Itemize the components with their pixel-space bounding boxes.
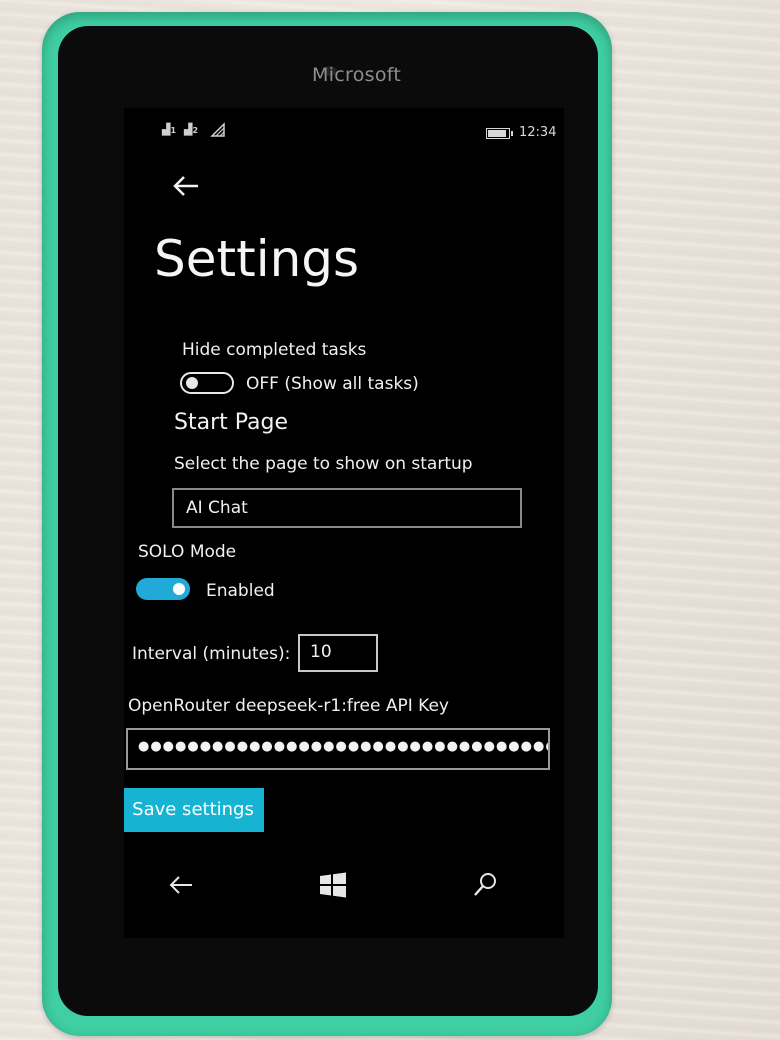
interval-label: Interval (minutes): (132, 644, 291, 664)
save-settings-button[interactable]: Save settings (124, 788, 264, 832)
back-arrow-icon[interactable] (170, 170, 202, 202)
solo-mode-toggle[interactable] (136, 578, 190, 600)
signal-sim2-icon: ▟2 (184, 123, 199, 136)
api-key-label: OpenRouter deepseek-r1:free API Key (128, 696, 449, 716)
back-arrow-icon[interactable] (164, 868, 198, 902)
solo-mode-state: Enabled (206, 581, 275, 601)
start-page-description: Select the page to show on startup (174, 454, 473, 474)
start-page-dropdown[interactable]: AI Chat (172, 488, 522, 528)
solo-mode-label: SOLO Mode (138, 542, 237, 562)
wifi-icon (210, 122, 225, 137)
navigation-bar (124, 850, 564, 920)
start-page-selected: AI Chat (186, 498, 248, 518)
start-page-heading: Start Page (174, 410, 288, 435)
interval-input[interactable]: 10 (298, 634, 378, 672)
windows-logo-icon[interactable] (316, 868, 350, 902)
api-key-password-field[interactable]: ●●●●●●●●●●●●●●●●●●●●●●●●●●●●●●●●●●●●● (126, 728, 550, 770)
hide-completed-state: OFF (Show all tasks) (246, 374, 419, 394)
brand-logo: Microsoft (312, 64, 402, 86)
hide-completed-toggle[interactable] (180, 372, 234, 394)
hide-completed-label: Hide completed tasks (182, 340, 367, 360)
search-icon[interactable] (468, 868, 502, 902)
status-bar: ▟1 ▟2 12:34 (124, 108, 564, 148)
battery-icon (486, 128, 513, 139)
status-time: 12:34 (519, 125, 557, 140)
page-title: Settings (154, 230, 360, 288)
signal-sim1-icon: ▟1 (162, 123, 177, 136)
phone-screen: ▟1 ▟2 12:34 Settings Hide completed task… (124, 108, 564, 938)
